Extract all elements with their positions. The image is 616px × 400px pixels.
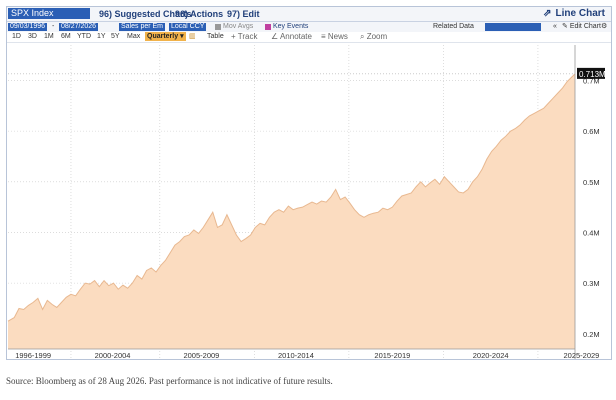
y-tick-label: 0.2M bbox=[583, 330, 600, 339]
ticker-field[interactable]: SPX Index bbox=[8, 8, 90, 19]
line-chart-label: Line Chart bbox=[555, 8, 605, 19]
related-data-field[interactable] bbox=[485, 23, 541, 31]
magnifier-icon: ⌕ bbox=[360, 32, 365, 41]
period-5y[interactable]: 5Y bbox=[111, 32, 120, 41]
edit-chart-button[interactable]: ✎ Edit Chart bbox=[562, 22, 601, 31]
zoom-label: Zoom bbox=[366, 32, 388, 41]
x-tick-label: 2010-2014 bbox=[278, 351, 314, 359]
edit-menu[interactable]: 97) Edit bbox=[227, 8, 260, 20]
zoom-button[interactable]: ⌕ Zoom bbox=[360, 32, 387, 42]
actions-menu[interactable]: 96) Actions bbox=[175, 8, 223, 20]
period-6m[interactable]: 6M bbox=[61, 32, 71, 41]
key-events-icon bbox=[265, 24, 271, 30]
period-1y[interactable]: 1Y bbox=[97, 32, 106, 41]
x-tick-label: 2025-2029 bbox=[563, 351, 599, 359]
start-date-field[interactable]: 09/03/1996 bbox=[8, 23, 48, 31]
x-tick-label: 2005-2009 bbox=[183, 351, 219, 359]
currency-selector[interactable]: Local CCY bbox=[169, 23, 207, 31]
period-3d[interactable]: 3D bbox=[28, 32, 37, 41]
frequency-label: Quarterly bbox=[147, 33, 179, 40]
x-tick-label: 2015-2019 bbox=[374, 351, 410, 359]
frequency-dropdown[interactable]: Quarterly ▾ bbox=[145, 32, 186, 41]
key-events-button[interactable]: Key Events bbox=[273, 22, 308, 31]
source-note: Source: Bloomberg as of 28 Aug 2026. Pas… bbox=[6, 376, 333, 386]
edit-chart-label: Edit Chart bbox=[569, 23, 601, 30]
end-date-field[interactable]: 08/27/2026 bbox=[59, 23, 99, 31]
annotate-label: Annotate bbox=[279, 32, 312, 41]
track-label: Track bbox=[237, 32, 258, 41]
chart-type-icon[interactable]: ▥ bbox=[189, 32, 196, 41]
collapse-icon[interactable]: « bbox=[553, 22, 557, 31]
news-icon: ≡ bbox=[321, 32, 326, 41]
period-1m[interactable]: 1M bbox=[44, 32, 54, 41]
settings-bar: 09/03/1996 - 08/27/2026 Sales per Em Loc… bbox=[7, 22, 611, 32]
annotate-button[interactable]: ∠ Annotate bbox=[271, 32, 312, 42]
mov-avgs-icon bbox=[215, 24, 221, 30]
crosshair-icon: + bbox=[231, 32, 236, 41]
y-tick-label: 0.3M bbox=[583, 279, 600, 288]
x-tick-label: 2000-2004 bbox=[95, 351, 131, 359]
related-data-button[interactable]: Related Data bbox=[433, 22, 474, 31]
period-1d[interactable]: 1D bbox=[12, 32, 21, 41]
last-value-text: 0.713M bbox=[579, 70, 606, 79]
news-label: News bbox=[327, 32, 348, 41]
field-selector[interactable]: Sales per Em bbox=[119, 23, 166, 31]
y-tick-label: 0.4M bbox=[583, 228, 600, 237]
y-tick-label: 0.6M bbox=[583, 127, 600, 136]
period-max[interactable]: Max bbox=[127, 32, 140, 41]
y-tick-label: 0.5M bbox=[583, 178, 600, 187]
mov-avgs-button[interactable]: Mov Avgs bbox=[223, 22, 253, 31]
x-tick-label: 1996-1999 bbox=[15, 351, 51, 359]
area-chart[interactable]: 0.2M0.3M0.4M0.5M0.6M0.7M 1996-1999 2000-2… bbox=[7, 43, 611, 359]
news-button[interactable]: ≡ News bbox=[321, 32, 348, 42]
title-bar: SPX Index 96) Suggested Charts 96) Actio… bbox=[7, 7, 611, 22]
y-axis: 0.2M0.3M0.4M0.5M0.6M0.7M bbox=[583, 76, 600, 338]
period-ytd[interactable]: YTD bbox=[77, 32, 91, 41]
date-separator: - bbox=[52, 23, 55, 30]
external-link-icon: ⇗ bbox=[543, 8, 552, 19]
x-tick-label: 2020-2024 bbox=[473, 351, 509, 359]
line-chart-button[interactable]: ⇗ Line Chart bbox=[543, 8, 605, 20]
chart-panel: SPX Index 96) Suggested Charts 96) Actio… bbox=[6, 6, 612, 360]
table-button[interactable]: Table bbox=[207, 32, 224, 41]
toolbar-row: 1D 3D 1M 6M YTD 1Y 5Y Max Quarterly ▾ ▥ … bbox=[7, 32, 611, 43]
track-button[interactable]: + Track bbox=[231, 32, 257, 42]
pencil-icon: ∠ bbox=[271, 32, 279, 41]
gear-icon[interactable]: ⚙ bbox=[601, 22, 607, 31]
last-value-label: 0.713M bbox=[577, 67, 606, 79]
